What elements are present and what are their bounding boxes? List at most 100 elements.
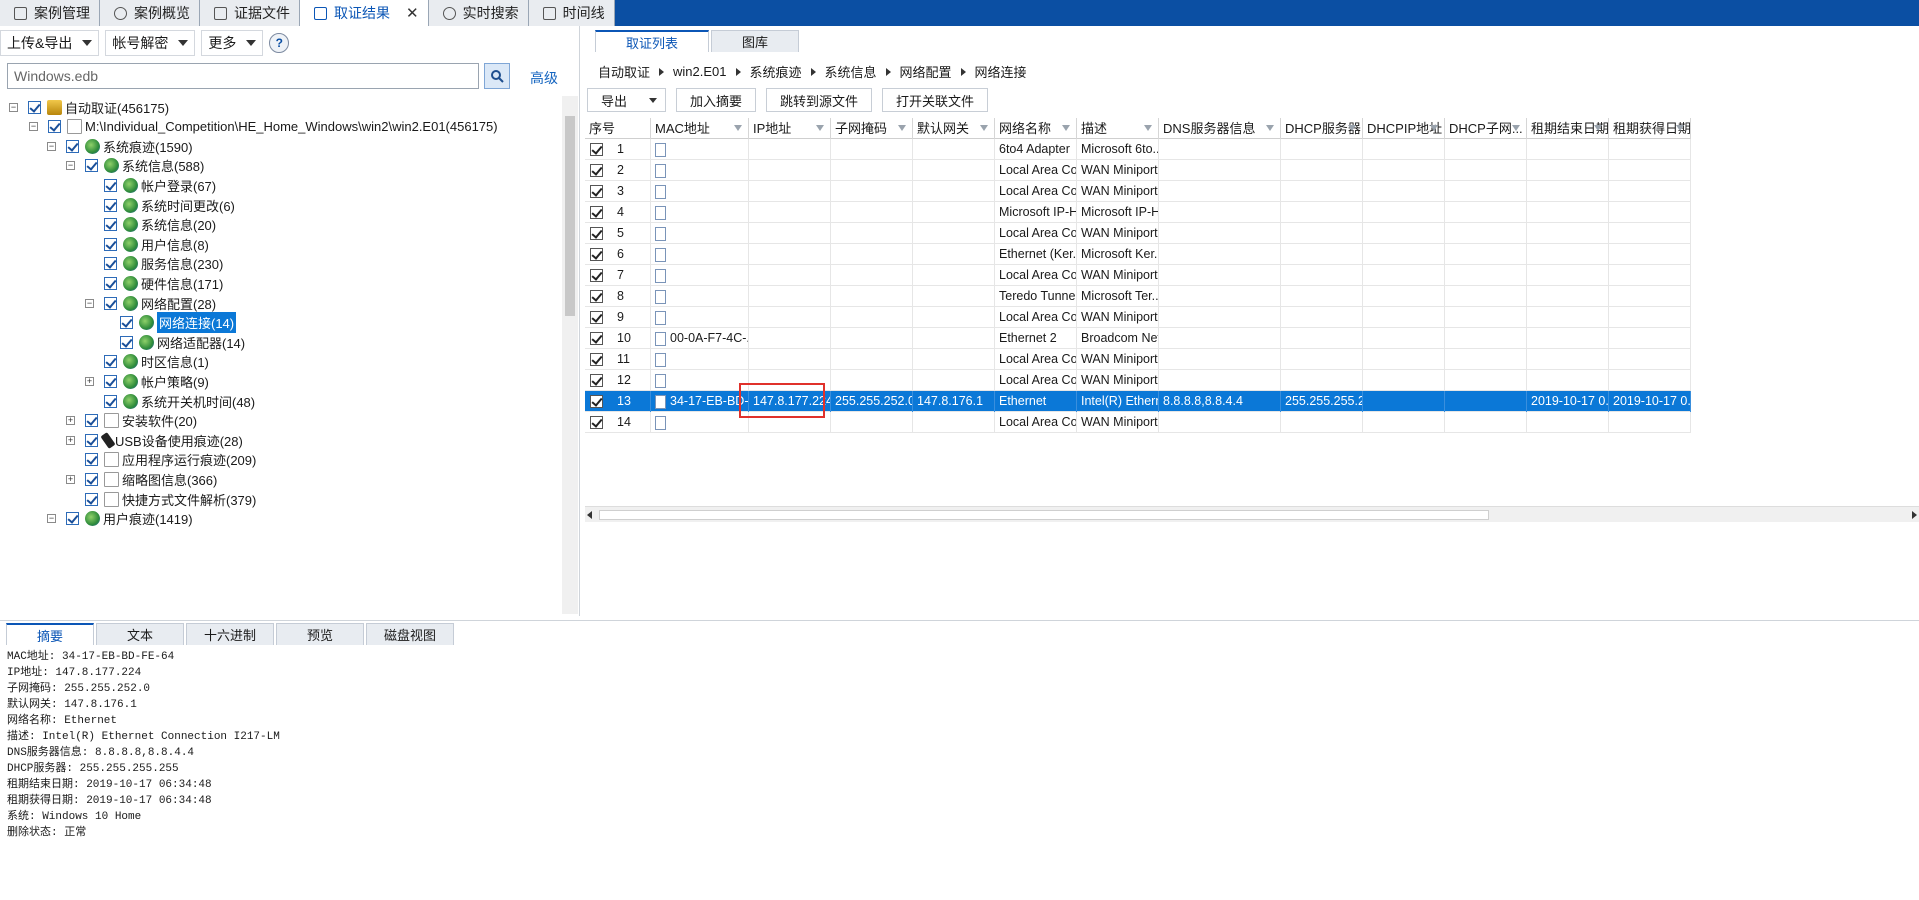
tab-preview[interactable]: 预览 [276, 623, 364, 645]
tree-checkbox[interactable] [85, 433, 98, 447]
tab-gallery[interactable]: 图库 [711, 30, 800, 52]
tab-evidence-files[interactable]: 证据文件 [200, 0, 300, 26]
tab-forensic-list[interactable]: 取证列表 [595, 30, 710, 52]
table-row[interactable]: 5 Local Area Co... WAN Miniport... [585, 223, 1691, 244]
breadcrumb-item[interactable]: 网络连接 [975, 62, 1027, 81]
table-row[interactable]: 10 00-0A-F7-4C-... Ethernet 2 Broadcom Net.… [585, 328, 1691, 349]
column-header[interactable]: 租期获得日期 [1609, 118, 1691, 139]
tree-checkbox[interactable] [66, 139, 79, 153]
filter-icon[interactable] [1266, 125, 1274, 131]
tree-checkbox[interactable] [85, 453, 98, 467]
row-checkbox[interactable] [590, 143, 603, 157]
open-related-button[interactable]: 打开关联文件 [882, 88, 989, 112]
collapse-icon[interactable]: − [47, 514, 56, 524]
row-checkbox[interactable] [590, 395, 603, 409]
tree-checkbox[interactable] [104, 218, 117, 232]
row-checkbox[interactable] [590, 290, 603, 304]
tree-checkbox[interactable] [104, 296, 117, 310]
tree-checkbox[interactable] [120, 316, 133, 330]
tree-checkbox[interactable] [104, 178, 117, 192]
filter-icon[interactable] [898, 125, 906, 131]
filter-icon[interactable] [734, 125, 742, 131]
tab-disk-view[interactable]: 磁盘视图 [366, 623, 454, 645]
advanced-search-link[interactable]: 高级 [530, 68, 558, 88]
filter-icon[interactable] [816, 125, 824, 131]
scroll-left-icon[interactable] [587, 511, 592, 519]
tab-text[interactable]: 文本 [96, 623, 184, 645]
table-row[interactable]: 8 Teredo Tunne... Microsoft Ter... [585, 286, 1691, 307]
row-checkbox[interactable] [590, 311, 603, 325]
tree-checkbox[interactable] [104, 374, 117, 388]
tree-checkbox[interactable] [85, 472, 98, 486]
column-header[interactable]: DHCPIP地址 [1363, 118, 1445, 139]
breadcrumb-item[interactable]: 网络配置 [900, 62, 952, 81]
tree-checkbox[interactable] [104, 276, 117, 290]
row-checkbox[interactable] [590, 227, 603, 241]
filter-icon[interactable] [1062, 125, 1070, 131]
scrollbar-thumb[interactable] [565, 116, 575, 316]
table-row[interactable]: 9 Local Area Co... WAN Miniport... [585, 307, 1691, 328]
tree-checkbox[interactable] [104, 237, 117, 251]
column-header[interactable]: 网络名称 [995, 118, 1077, 139]
breadcrumb-item[interactable]: win2.E01 [673, 64, 726, 79]
row-checkbox[interactable] [590, 353, 603, 367]
search-button[interactable] [484, 63, 510, 89]
column-header[interactable]: 描述 [1077, 118, 1159, 139]
table-row[interactable]: 12 Local Area Co... WAN Miniport... [585, 370, 1691, 391]
tab-hex[interactable]: 十六进制 [186, 623, 274, 645]
table-row[interactable]: 3 Local Area Co... WAN Miniport... [585, 181, 1691, 202]
search-input[interactable] [7, 63, 479, 89]
column-header[interactable]: 序号 [585, 118, 651, 139]
row-checkbox[interactable] [590, 269, 603, 283]
row-checkbox[interactable] [590, 374, 603, 388]
collapse-icon[interactable]: − [9, 102, 18, 112]
row-checkbox[interactable] [590, 206, 603, 220]
tab-case-overview[interactable]: 案例概览 [100, 0, 200, 26]
horizontal-scrollbar[interactable] [585, 506, 1919, 522]
column-header[interactable]: 子网掩码 [831, 118, 913, 139]
filter-icon[interactable] [1348, 125, 1356, 131]
collapse-icon[interactable]: − [29, 122, 38, 132]
collapse-icon[interactable]: − [85, 298, 94, 308]
jump-source-button[interactable]: 跳转到源文件 [766, 88, 873, 112]
column-header[interactable]: IP地址 [749, 118, 831, 139]
column-header[interactable]: 租期结束日期 [1527, 118, 1609, 139]
tab-timeline[interactable]: 时间线 [528, 0, 615, 26]
tab-case-management[interactable]: 案例管理 [0, 0, 100, 26]
row-checkbox[interactable] [590, 185, 603, 199]
tree-checkbox[interactable] [104, 257, 117, 271]
tree-node[interactable]: − 用户痕迹(1419) [47, 508, 193, 530]
tree-checkbox[interactable] [28, 100, 41, 114]
table-row[interactable]: 11 Local Area Co... WAN Miniport... [585, 349, 1691, 370]
export-dropdown[interactable]: 导出 [587, 88, 667, 112]
breadcrumb-item[interactable]: 系统痕迹 [750, 62, 802, 81]
tree-checkbox[interactable] [104, 198, 117, 212]
tree-checkbox[interactable] [104, 394, 117, 408]
filter-icon[interactable] [1594, 125, 1602, 131]
filter-icon[interactable] [980, 125, 988, 131]
collapse-icon[interactable]: − [66, 161, 75, 171]
breadcrumb-item[interactable]: 系统信息 [825, 62, 877, 81]
tree-scrollbar[interactable] [562, 96, 578, 614]
filter-icon[interactable] [1676, 125, 1684, 131]
breadcrumb-item[interactable]: 自动取证 [598, 62, 650, 81]
table-row[interactable]: 4 Microsoft IP-H... Microsoft IP-H... [585, 202, 1691, 223]
tree-checkbox[interactable] [48, 120, 61, 134]
column-header[interactable]: DNS服务器信息 [1159, 118, 1281, 139]
close-icon[interactable]: ✕ [406, 4, 419, 22]
table-row[interactable]: 13 34-17-EB-BD-... 147.8.177.224 255.255.25… [585, 391, 1691, 412]
table-row[interactable]: 14 Local Area Co... WAN Miniport... [585, 412, 1691, 433]
help-icon[interactable]: ? [269, 33, 290, 53]
tree-checkbox[interactable] [85, 492, 98, 506]
filter-icon[interactable] [1512, 125, 1520, 131]
tree-checkbox[interactable] [120, 335, 133, 349]
column-header[interactable]: MAC地址 [651, 118, 749, 139]
table-row[interactable]: 2 Local Area Co... WAN Miniport... [585, 160, 1691, 181]
account-decrypt-dropdown[interactable]: 帐号解密 [105, 30, 196, 56]
tree-checkbox[interactable] [66, 512, 79, 526]
table-row[interactable]: 6 Ethernet (Ker... Microsoft Ker... [585, 244, 1691, 265]
row-checkbox[interactable] [590, 164, 603, 178]
column-header[interactable]: 默认网关 [913, 118, 995, 139]
scrollbar-thumb[interactable] [599, 510, 1489, 520]
expand-icon[interactable]: + [66, 435, 75, 445]
